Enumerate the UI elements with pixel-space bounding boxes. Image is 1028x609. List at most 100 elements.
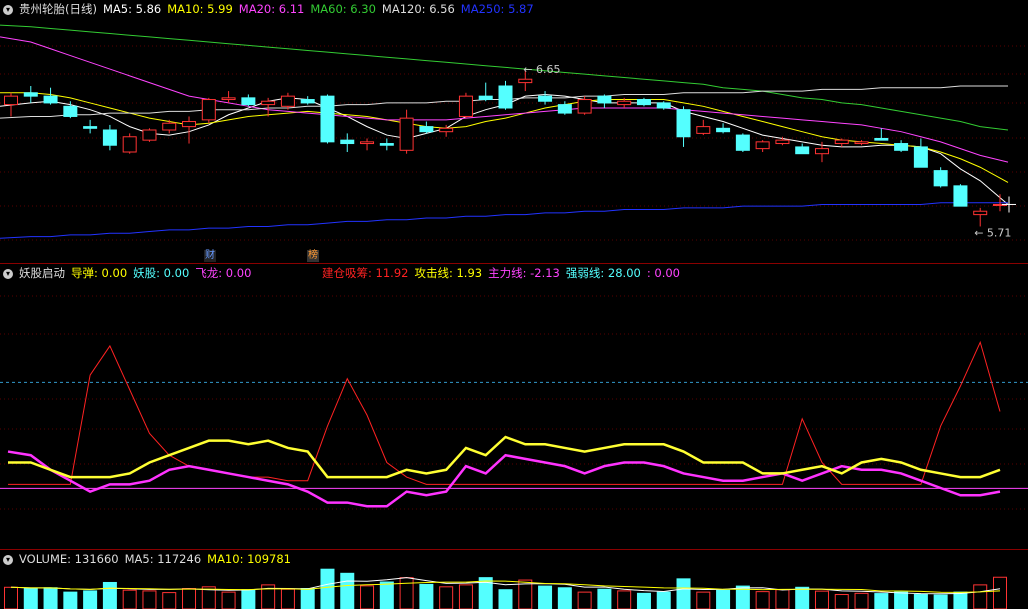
candle-body[interactable] bbox=[933, 170, 948, 187]
candle-body[interactable] bbox=[814, 148, 829, 155]
volume-bar[interactable] bbox=[913, 594, 928, 609]
volume-bar[interactable] bbox=[419, 583, 434, 609]
price-pane[interactable]: ← 6.65 ← 5.71 财 榜 bbox=[0, 0, 1028, 263]
candle-body[interactable] bbox=[755, 141, 770, 150]
volume-bar[interactable] bbox=[577, 591, 592, 609]
candle-body[interactable] bbox=[617, 100, 632, 106]
volume-bar[interactable] bbox=[676, 578, 691, 609]
volume-bar[interactable] bbox=[755, 591, 770, 609]
candle-body[interactable] bbox=[419, 126, 434, 133]
volume-bar[interactable] bbox=[854, 592, 869, 609]
volume-bar[interactable] bbox=[340, 572, 355, 609]
indicator-chart[interactable] bbox=[0, 264, 1028, 549]
volume-bar[interactable] bbox=[557, 587, 572, 609]
candle-body[interactable] bbox=[439, 127, 454, 133]
candle-body[interactable] bbox=[142, 129, 157, 141]
volume-bar[interactable] bbox=[933, 594, 948, 609]
candle-body[interactable] bbox=[43, 95, 58, 104]
volume-bar[interactable] bbox=[63, 591, 78, 609]
candle-body[interactable] bbox=[676, 109, 691, 138]
candle-body[interactable] bbox=[696, 126, 711, 134]
candle-body[interactable] bbox=[854, 141, 869, 145]
volume-bar[interactable] bbox=[23, 588, 38, 609]
candle-body[interactable] bbox=[458, 95, 473, 117]
candle-body[interactable] bbox=[280, 95, 295, 107]
volume-bar[interactable] bbox=[993, 576, 1007, 609]
candle-body[interactable] bbox=[953, 185, 968, 207]
candle-body[interactable] bbox=[577, 99, 592, 114]
volume-bar[interactable] bbox=[716, 589, 731, 609]
candle-body[interactable] bbox=[320, 95, 335, 143]
volume-bar[interactable] bbox=[617, 590, 632, 609]
billboard-marker[interactable]: 榜 bbox=[307, 250, 319, 262]
volume-bar[interactable] bbox=[162, 592, 177, 609]
candle-body[interactable] bbox=[23, 92, 38, 97]
candle-body[interactable] bbox=[656, 102, 671, 109]
candle-body[interactable] bbox=[894, 143, 909, 151]
volume-bar[interactable] bbox=[182, 588, 197, 609]
candle-body[interactable] bbox=[834, 139, 849, 145]
volume-bar[interactable] bbox=[4, 586, 18, 609]
candle-body[interactable] bbox=[478, 95, 493, 101]
volume-bar[interactable] bbox=[43, 587, 58, 609]
volume-bar[interactable] bbox=[597, 588, 612, 609]
candle-body[interactable] bbox=[538, 95, 553, 102]
price-chart[interactable]: ← 6.65 ← 5.71 bbox=[0, 0, 1028, 263]
candle-body[interactable] bbox=[122, 136, 137, 153]
candle-body[interactable] bbox=[597, 95, 612, 104]
collapse-price-pane-icon[interactable]: ▾ bbox=[3, 4, 13, 15]
indicator-pane[interactable] bbox=[0, 264, 1028, 549]
candle-body[interactable] bbox=[182, 121, 197, 128]
candle-body[interactable] bbox=[498, 85, 513, 109]
candle-body[interactable] bbox=[300, 99, 315, 104]
candle-body[interactable] bbox=[360, 141, 375, 145]
candle-body[interactable] bbox=[63, 105, 78, 117]
collapse-indicator-pane-icon[interactable]: ▾ bbox=[3, 268, 13, 279]
candle-body[interactable] bbox=[241, 97, 256, 106]
volume-bar[interactable] bbox=[458, 584, 473, 609]
candle-body[interactable] bbox=[261, 100, 276, 106]
candle-body[interactable] bbox=[795, 146, 810, 155]
candle-body[interactable] bbox=[162, 122, 177, 131]
volume-bar[interactable] bbox=[142, 590, 157, 609]
volume-bar[interactable] bbox=[775, 589, 790, 609]
collapse-volume-pane-icon[interactable]: ▾ bbox=[3, 554, 13, 565]
volume-bar[interactable] bbox=[280, 588, 295, 609]
volume-bar[interactable] bbox=[814, 590, 829, 609]
candle-body[interactable] bbox=[340, 139, 355, 145]
volume-bar[interactable] bbox=[795, 586, 810, 609]
candle-body[interactable] bbox=[399, 117, 414, 151]
volume-bar[interactable] bbox=[874, 593, 889, 609]
candle-body[interactable] bbox=[735, 134, 750, 151]
volume-bar[interactable] bbox=[656, 591, 671, 609]
candle-body[interactable] bbox=[636, 99, 651, 106]
volume-bar[interactable] bbox=[221, 591, 236, 609]
volume-bar[interactable] bbox=[696, 591, 711, 609]
volume-bar[interactable] bbox=[439, 586, 454, 609]
candle-body[interactable] bbox=[775, 139, 790, 145]
candle-body[interactable] bbox=[201, 99, 216, 121]
candle-body[interactable] bbox=[973, 210, 988, 216]
volume-bar[interactable] bbox=[360, 585, 375, 609]
candle-body[interactable] bbox=[4, 95, 18, 106]
volume-bar[interactable] bbox=[379, 581, 394, 609]
volume-bar[interactable] bbox=[973, 584, 988, 609]
volume-bar[interactable] bbox=[894, 591, 909, 609]
finance-marker[interactable]: 财 bbox=[204, 250, 216, 262]
candle-body[interactable] bbox=[102, 129, 117, 146]
candle-body[interactable] bbox=[379, 143, 394, 146]
candle-body[interactable] bbox=[83, 126, 98, 129]
volume-bar[interactable] bbox=[953, 591, 968, 609]
volume-bar[interactable] bbox=[834, 594, 849, 609]
volume-bar[interactable] bbox=[122, 589, 137, 609]
volume-bar[interactable] bbox=[300, 588, 315, 609]
volume-bar[interactable] bbox=[102, 581, 117, 609]
volume-bar[interactable] bbox=[399, 577, 414, 609]
volume-bar[interactable] bbox=[320, 568, 335, 609]
candle-body[interactable] bbox=[874, 137, 889, 141]
volume-bar[interactable] bbox=[241, 589, 256, 609]
candle-body[interactable] bbox=[557, 104, 572, 114]
volume-bar[interactable] bbox=[498, 589, 513, 609]
volume-bar[interactable] bbox=[83, 590, 98, 609]
volume-bar[interactable] bbox=[538, 585, 553, 609]
